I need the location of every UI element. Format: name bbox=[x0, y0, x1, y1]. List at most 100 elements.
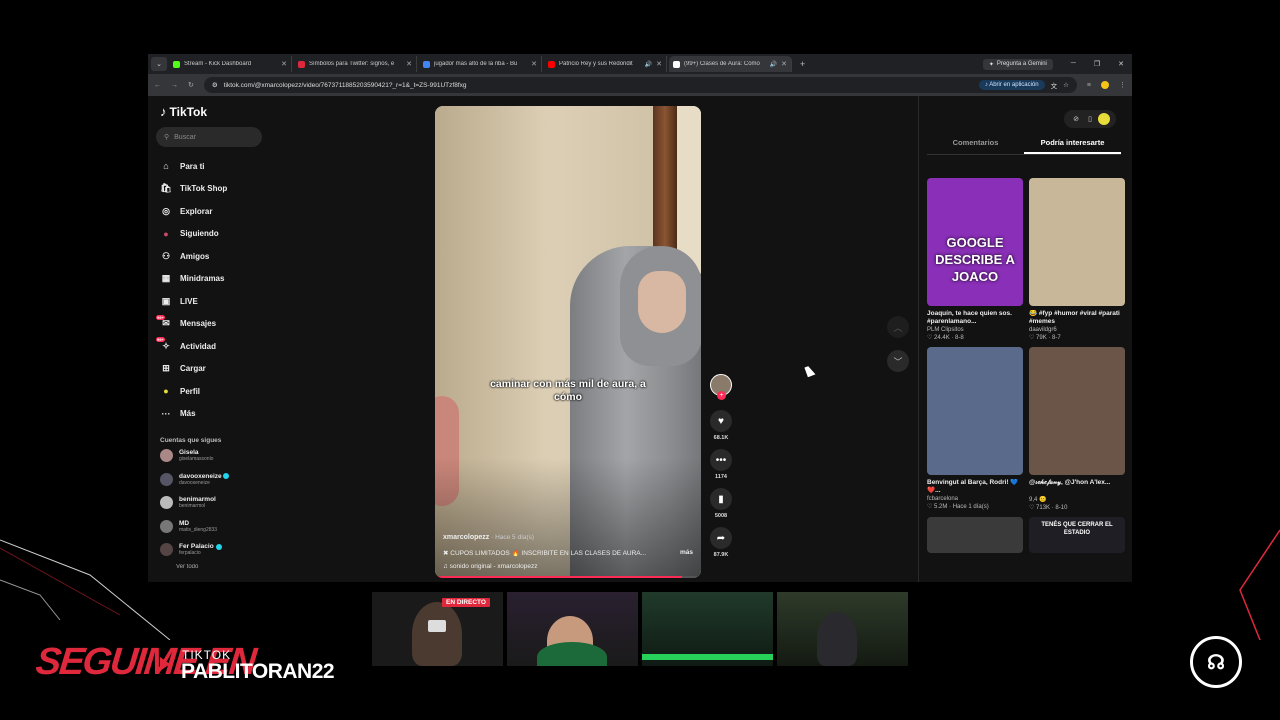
minidramas-icon: ▦ bbox=[161, 273, 171, 284]
gemini-button[interactable]: ✦ Pregunta a Gemini bbox=[982, 58, 1053, 70]
recommended-video-card[interactable]: Benvingut al Barça, Rodri! 💙❤️... fcbarce… bbox=[927, 347, 1023, 511]
tab-close-icon[interactable]: ✕ bbox=[781, 60, 787, 68]
tab-bar: ⌄ Stream - Kick Dashboard ✕ Símbolos para … bbox=[148, 54, 1132, 74]
open-app-button[interactable]: ♪ Abrir en aplicación bbox=[978, 80, 1045, 90]
tab-audio-icon[interactable]: 🔊 bbox=[645, 61, 652, 68]
stream-overlay: ⌄ Stream - Kick Dashboard ✕ Símbolos para … bbox=[0, 0, 1280, 720]
sidebar-item-actividad[interactable]: ✧ 99+ Actividad bbox=[156, 335, 266, 358]
tab-close-icon[interactable]: ✕ bbox=[656, 60, 662, 68]
tab-audio-icon[interactable]: 🔊 bbox=[770, 61, 777, 68]
tab-close-icon[interactable]: ✕ bbox=[406, 60, 412, 68]
tab-close-icon[interactable]: ✕ bbox=[281, 60, 287, 68]
browser-tab[interactable]: jugador mas alto de la nba - Bu ✕ bbox=[419, 56, 542, 72]
tiktok-logo[interactable]: ♪ TikTok bbox=[160, 104, 266, 119]
webcam-4 bbox=[777, 592, 908, 666]
previous-video-button[interactable]: ︿ bbox=[887, 316, 909, 338]
sidebar-item-tiktok-shop[interactable]: 🛍 TikTok Shop bbox=[156, 178, 266, 201]
menu-icon[interactable]: ⋮ bbox=[1119, 81, 1126, 89]
sidebar-item-siguiendo[interactable]: ● Siguiendo bbox=[156, 223, 266, 246]
more-link[interactable]: más bbox=[680, 549, 693, 557]
sidebar-item-label: Siguiendo bbox=[180, 229, 219, 239]
back-icon[interactable]: ← bbox=[154, 82, 161, 89]
like-button[interactable]: ♥ bbox=[710, 410, 732, 432]
minimize-button[interactable]: ─ bbox=[1071, 60, 1076, 68]
follow-handle: PABLITORAN22 bbox=[181, 660, 335, 683]
tab-recommended[interactable]: Podría interesarte bbox=[1024, 138, 1121, 154]
following-item[interactable]: Fer Palacio ferpalacio bbox=[156, 538, 266, 562]
user-avatar[interactable] bbox=[1098, 113, 1110, 125]
following-list: Gisela giselamassonlo davooxeneize davoox… bbox=[156, 444, 266, 562]
recommended-video-card[interactable]: TENÉS QUE CERRAR EL ESTADIO bbox=[1029, 517, 1125, 553]
card-title: @𝓈𝑒𝒽𝑒𝒻𝒶𝓃𝓎, @J'hon A'lex... bbox=[1029, 479, 1111, 486]
creator-avatar[interactable]: + bbox=[710, 374, 732, 400]
avatar bbox=[160, 519, 173, 533]
tab-comments[interactable]: Comentarios bbox=[927, 138, 1024, 154]
card-stats: ♡ 24.4K · 8-8 bbox=[927, 335, 964, 341]
sidebar-item-label: Explorar bbox=[180, 206, 213, 216]
webcam-1: EN DIRECTO bbox=[372, 592, 503, 666]
following-item[interactable]: benimarmol benimarmol bbox=[156, 491, 266, 515]
following-title: Cuentas que sigues bbox=[160, 437, 222, 444]
sidebar-item-cargar[interactable]: ⊞ Cargar bbox=[156, 358, 266, 381]
profile-avatar[interactable] bbox=[1101, 81, 1109, 89]
recommended-video-card[interactable]: GOOGLE DESCRIBE A JOACO Joaquín, te hace … bbox=[927, 178, 1023, 341]
recommended-video-card[interactable]: @𝓈𝑒𝒽𝑒𝒻𝒶𝓃𝓎, @J'hon A'lex... 9,4 😐 ♡ 713K · … bbox=[1029, 347, 1125, 511]
sidebar-item-minidramas[interactable]: ▦ Minidramas bbox=[156, 268, 266, 291]
webcam-2 bbox=[507, 592, 638, 666]
url-field[interactable]: ⚙ tiktok.com/@xmarcolopezz/video/7673711… bbox=[203, 77, 1077, 93]
device-icon[interactable]: ▯ bbox=[1084, 113, 1096, 125]
translate-icon[interactable]: 文 bbox=[1051, 80, 1058, 90]
url-text: tiktok.com/@xmarcolopezz/video/767371188… bbox=[223, 81, 467, 89]
follow-plus-icon[interactable]: + bbox=[717, 391, 726, 400]
comment-button[interactable]: ••• bbox=[710, 449, 732, 471]
forward-icon[interactable]: → bbox=[171, 82, 178, 89]
see-all-link[interactable]: Ver todo bbox=[156, 564, 266, 570]
video-progress[interactable] bbox=[435, 576, 701, 578]
new-tab-button[interactable]: + bbox=[800, 59, 805, 69]
card-title: Benvingut al Barça, Rodri! 💙❤️... bbox=[927, 479, 1019, 494]
sidebar-item-mensajes[interactable]: ✉ 99+ Mensajes bbox=[156, 313, 266, 336]
webcam-2-shirt bbox=[537, 642, 607, 666]
extensions-icon[interactable]: ≡ bbox=[1087, 82, 1091, 89]
site-info-icon[interactable]: ⚙ bbox=[212, 81, 218, 89]
video-thumbnail: GOOGLE DESCRIBE A JOACO bbox=[927, 178, 1023, 306]
bookmark-star-icon[interactable]: ☆ bbox=[1063, 81, 1069, 89]
following-item[interactable]: davooxeneize davooxeneize bbox=[156, 468, 266, 492]
close-window-button[interactable]: ✕ bbox=[1118, 60, 1124, 68]
video-author[interactable]: xmarcolopezz bbox=[443, 534, 489, 541]
video-player[interactable]: caminar con más mil de aura, a cómo xmar… bbox=[435, 106, 701, 578]
reload-icon[interactable]: ↻ bbox=[188, 81, 194, 89]
following-item[interactable]: MD matis_dieng2833 bbox=[156, 515, 266, 539]
sidebar-item-perfil[interactable]: ● Perfil bbox=[156, 380, 266, 403]
coins-icon[interactable]: ⊘ bbox=[1070, 113, 1082, 125]
video-sound[interactable]: ♫ sonido original - xmarcolopezz bbox=[443, 563, 693, 570]
sidebar-item-explorar[interactable]: ◎ Explorar bbox=[156, 200, 266, 223]
tiktok-sidebar: ♪ TikTok ⚲ Buscar ⌂ Para ti 🛍 TikTok Shop ◎ E… bbox=[156, 104, 266, 570]
recommended-video-card[interactable] bbox=[927, 517, 1023, 553]
recommended-video-card[interactable]: 😂 #fyp #humor #viral #parati #memes daavi… bbox=[1029, 178, 1125, 341]
gemini-icon: ✦ bbox=[988, 61, 994, 68]
browser-tab[interactable]: Stream - Kick Dashboard ✕ bbox=[169, 56, 292, 72]
video-thumbnail: TENÉS QUE CERRAR EL ESTADIO bbox=[1029, 517, 1125, 553]
video-caption: caminar con más mil de aura, a cómo bbox=[490, 378, 646, 403]
channel-logo-icon: ☊ bbox=[1190, 636, 1242, 688]
maximize-button[interactable]: ❐ bbox=[1094, 60, 1100, 68]
activity-icon: ✧ 99+ bbox=[156, 337, 170, 351]
tab-close-icon[interactable]: ✕ bbox=[531, 60, 537, 68]
next-video-button[interactable]: ﹀ bbox=[887, 350, 909, 372]
tab-search-button[interactable]: ⌄ bbox=[151, 57, 167, 71]
following-item[interactable]: Gisela giselamassonlo bbox=[156, 444, 266, 468]
browser-tab[interactable]: Patricio Rey y sus Redondit 🔊 ✕ bbox=[544, 56, 667, 72]
sidebar-item-más[interactable]: ··· Más bbox=[156, 403, 266, 426]
share-icon: ➦ bbox=[716, 532, 726, 544]
card-stats: ♡ 79K · 8-7 bbox=[1029, 335, 1061, 341]
search-input[interactable]: ⚲ Buscar bbox=[156, 127, 262, 147]
save-button[interactable]: ▮ bbox=[710, 488, 732, 510]
sidebar-item-amigos[interactable]: ⚇ Amigos bbox=[156, 245, 266, 268]
share-button[interactable]: ➦ bbox=[710, 527, 732, 549]
sidebar-item-live[interactable]: ▣ LIVE bbox=[156, 290, 266, 313]
browser-tab[interactable]: (99+) Clases de Aura: Cómo 🔊 ✕ bbox=[669, 56, 792, 72]
right-panel: ⊘ ▯ Comentarios Podría interesarte GOOGLE… bbox=[918, 96, 1132, 582]
browser-tab[interactable]: Símbolos para Twitter: signos, e ✕ bbox=[294, 56, 417, 72]
sidebar-item-para-ti[interactable]: ⌂ Para ti bbox=[156, 155, 266, 178]
